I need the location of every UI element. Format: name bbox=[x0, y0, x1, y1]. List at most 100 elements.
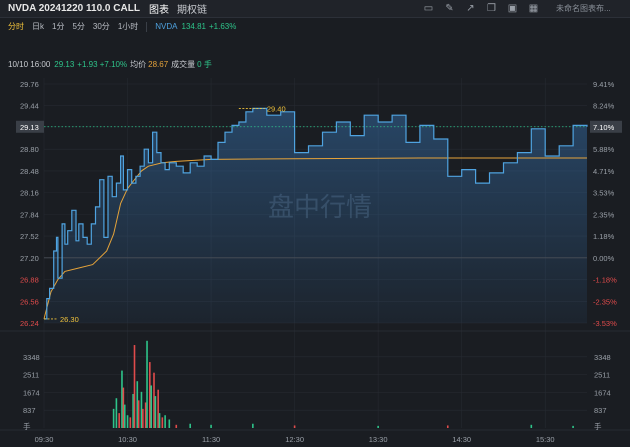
y-tick-right: 7.10% bbox=[593, 123, 615, 132]
volume-bar bbox=[446, 425, 449, 428]
volume-bar bbox=[126, 415, 129, 428]
vol-tick-left: 1674 bbox=[23, 388, 40, 397]
tab-option-chain[interactable]: 期权链 bbox=[177, 1, 207, 16]
x-tick-label: 12:30 bbox=[285, 435, 304, 444]
title-bar: NVDA 20241220 110.0 CALL 图表 期权链 ▭ ✎ ↗ ❐ … bbox=[0, 0, 630, 18]
period-1min[interactable]: 1分 bbox=[52, 21, 64, 32]
vol-tick-left: 2511 bbox=[23, 371, 39, 380]
quote-change: +1.93 +7.10% bbox=[77, 59, 128, 69]
volume-bar bbox=[137, 400, 140, 428]
tab-chart[interactable]: 图表 bbox=[149, 1, 169, 16]
period-1hour[interactable]: 1小时 bbox=[118, 21, 138, 32]
volume-bar bbox=[121, 370, 123, 428]
share-icon[interactable]: ↗ bbox=[462, 0, 479, 17]
vol-tick-right: 手 bbox=[594, 421, 602, 431]
watermark: 盘中行情 bbox=[268, 193, 372, 223]
copy-icon[interactable]: ❐ bbox=[483, 0, 500, 17]
high-label: 29.40 bbox=[267, 104, 286, 113]
volume-bar bbox=[168, 419, 171, 428]
volume-bar bbox=[146, 340, 148, 428]
x-tick-label: 15:30 bbox=[536, 435, 555, 444]
volume-bar bbox=[136, 381, 139, 428]
volume-bar bbox=[115, 398, 118, 428]
vol-tick-right: 837 bbox=[594, 406, 607, 415]
volume-bar bbox=[142, 408, 144, 428]
y-tick-left: 28.48 bbox=[20, 167, 39, 176]
x-axis-ticks: 09:30 10:30 11:30 12:30 13:30 14:30 15:30 bbox=[35, 435, 555, 444]
avg-price-label: 均价 bbox=[130, 59, 147, 69]
x-tick-label: 11:30 bbox=[202, 435, 220, 444]
volume-bar bbox=[132, 393, 134, 428]
period-daily[interactable]: 日k bbox=[32, 21, 44, 32]
y-tick-right: -3.53% bbox=[593, 319, 617, 328]
x-tick-label: 10:30 bbox=[118, 435, 137, 444]
volume-bar bbox=[112, 408, 115, 428]
period-5min[interactable]: 5分 bbox=[72, 21, 84, 32]
volume-bar bbox=[122, 387, 125, 428]
volume-label: 成交量 bbox=[171, 59, 196, 69]
volume-bar bbox=[210, 424, 212, 428]
y-tick-left: 29.13 bbox=[20, 123, 39, 132]
y-tick-right: 3.53% bbox=[593, 189, 615, 198]
vol-tick-left: 3348 bbox=[23, 353, 40, 362]
volume-bar bbox=[150, 385, 153, 428]
vol-tick-left: 837 bbox=[23, 406, 36, 415]
y-tick-left: 26.88 bbox=[20, 276, 39, 285]
volume-bar bbox=[144, 402, 147, 428]
volume-bar bbox=[129, 417, 132, 428]
volume-bar bbox=[252, 423, 254, 428]
brush-icon[interactable]: ✎ bbox=[441, 0, 458, 17]
y-tick-left: 26.24 bbox=[20, 319, 39, 328]
window-icon[interactable]: ▣ bbox=[504, 0, 521, 17]
layout-icon[interactable]: ▦ bbox=[525, 0, 542, 17]
volume-bar bbox=[154, 396, 157, 428]
vol-tick-left: 手 bbox=[23, 421, 31, 431]
volume-bar bbox=[293, 425, 296, 428]
volume-bar bbox=[530, 424, 533, 428]
y-tick-left: 28.80 bbox=[20, 145, 39, 154]
compare-change: +1.63% bbox=[208, 22, 237, 31]
quote-info-bar: 10/10 16:00 29.13 +1.93 +7.10% 均价 28.67 … bbox=[0, 58, 630, 70]
quote-price: 29.13 bbox=[54, 59, 75, 69]
y-tick-left: 29.76 bbox=[20, 80, 39, 89]
x-tick-label: 09:30 bbox=[35, 435, 54, 444]
y-tick-right: -1.18% bbox=[593, 276, 617, 285]
period-intraday[interactable]: 分时 bbox=[8, 21, 24, 32]
vol-tick-right: 3348 bbox=[594, 353, 611, 362]
y-tick-right: 4.71% bbox=[593, 167, 615, 176]
volume-bar bbox=[118, 413, 120, 428]
y-tick-left: 29.44 bbox=[20, 102, 39, 111]
volume-bar bbox=[175, 424, 178, 428]
layout-selector[interactable]: 未命名图表布... bbox=[556, 3, 611, 14]
y-tick-left: 27.20 bbox=[20, 254, 39, 263]
y-tick-right: 1.18% bbox=[593, 232, 615, 241]
window-title: NVDA 20241220 110.0 CALL bbox=[8, 3, 140, 14]
volume-bar bbox=[149, 362, 151, 428]
compare-price: 134.81 bbox=[181, 22, 206, 31]
compare-ticker[interactable]: NVDA bbox=[155, 22, 177, 31]
y-tick-right: 5.88% bbox=[593, 145, 615, 154]
y-tick-right: -2.35% bbox=[593, 297, 617, 306]
volume-bar bbox=[572, 425, 574, 428]
toolbar-divider bbox=[146, 21, 148, 32]
volume-bar bbox=[161, 417, 164, 428]
low-label: 26.30 bbox=[60, 315, 79, 324]
volume-bar bbox=[133, 345, 136, 428]
y-tick-right: 9.41% bbox=[593, 80, 615, 89]
y-tick-right: 8.24% bbox=[593, 102, 615, 111]
volume-bar bbox=[123, 404, 126, 428]
y-tick-left: 27.52 bbox=[20, 232, 39, 241]
quote-time: 10/10 16:00 bbox=[8, 59, 51, 69]
vol-tick-right: 2511 bbox=[594, 371, 610, 380]
y-tick-left: 28.16 bbox=[20, 189, 39, 198]
vol-tick-right: 1674 bbox=[594, 388, 611, 397]
volume-value: 0 手 bbox=[197, 59, 212, 69]
volume-bar bbox=[157, 389, 159, 428]
screen-icon[interactable]: ▭ bbox=[420, 0, 437, 17]
x-tick-label: 14:30 bbox=[452, 435, 471, 444]
volume-bar bbox=[153, 372, 155, 428]
period-30min[interactable]: 30分 bbox=[93, 21, 110, 32]
y-tick-right: 2.35% bbox=[593, 210, 615, 219]
x-tick-label: 13:30 bbox=[369, 435, 388, 444]
volume-bar bbox=[377, 425, 379, 428]
